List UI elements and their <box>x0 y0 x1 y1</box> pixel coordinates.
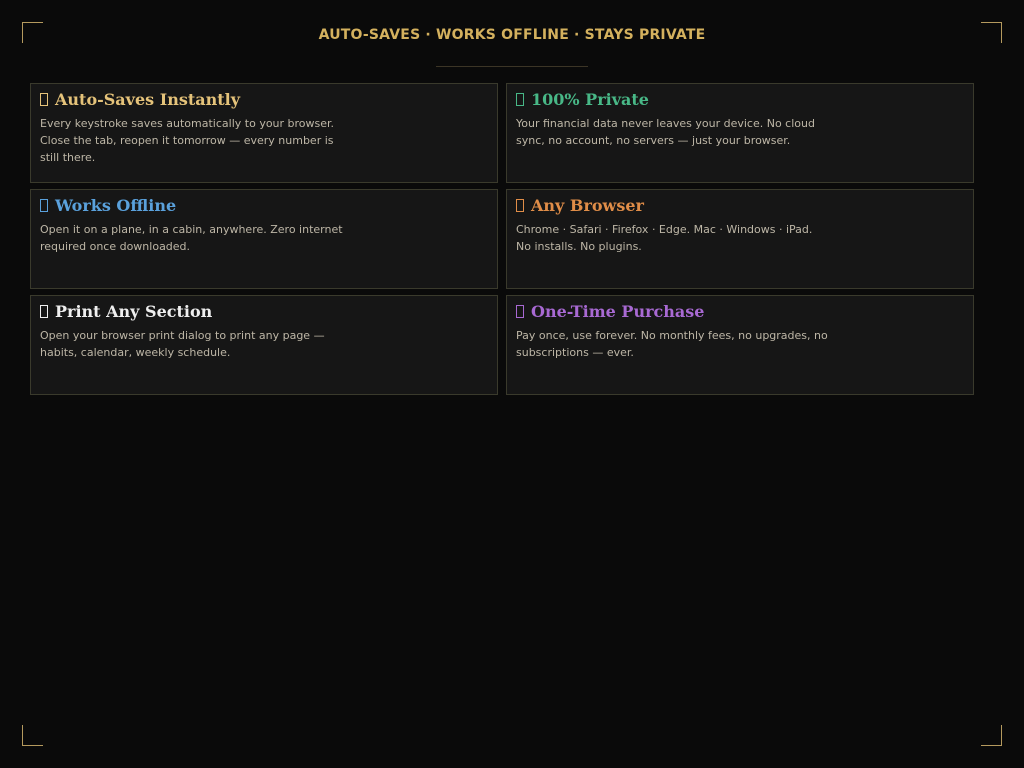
feature-description: Every keystroke saves automatically to y… <box>40 117 335 164</box>
save-icon <box>40 93 48 106</box>
feature-title: Any Browser <box>531 196 644 215</box>
feature-title-row: One-Time Purchase <box>516 302 964 322</box>
page-heading: AUTO-SAVES · WORKS OFFLINE · STAYS PRIVA… <box>318 27 706 43</box>
page: AUTO-SAVES · WORKS OFFLINE · STAYS PRIVA… <box>0 0 1024 768</box>
feature-card-auto-saves: Auto-Saves Instantly Every keystroke sav… <box>30 83 498 183</box>
plane-icon <box>40 199 48 212</box>
corner-decoration-bottom-left <box>22 725 43 746</box>
feature-title: Auto-Saves Instantly <box>55 90 241 109</box>
heading-divider <box>436 66 588 67</box>
printer-icon <box>40 305 48 318</box>
feature-card-one-time-purchase: One-Time Purchase Pay once, use forever.… <box>506 295 974 395</box>
feature-title: One-Time Purchase <box>531 302 705 321</box>
tag-icon <box>516 305 524 318</box>
feature-description: Pay once, use forever. No monthly fees, … <box>516 329 828 359</box>
feature-description: Open your browser print dialog to print … <box>40 329 325 359</box>
feature-title: 100% Private <box>531 90 649 109</box>
feature-title-row: Works Offline <box>40 196 488 216</box>
feature-description: Open it on a plane, in a cabin, anywhere… <box>40 223 343 253</box>
feature-title-row: Any Browser <box>516 196 964 216</box>
corner-decoration-bottom-right <box>981 725 1002 746</box>
lock-icon <box>516 93 524 106</box>
feature-grid: Auto-Saves Instantly Every keystroke sav… <box>30 83 974 395</box>
feature-title: Print Any Section <box>55 302 213 321</box>
feature-title-row: Print Any Section <box>40 302 488 322</box>
feature-description: Your financial data never leaves your de… <box>516 117 815 147</box>
feature-title-row: 100% Private <box>516 90 964 110</box>
feature-card-any-browser: Any Browser Chrome · Safari · Firefox · … <box>506 189 974 289</box>
feature-card-private: 100% Private Your financial data never l… <box>506 83 974 183</box>
feature-title-row: Auto-Saves Instantly <box>40 90 488 110</box>
globe-icon <box>516 199 524 212</box>
feature-title: Works Offline <box>55 196 177 215</box>
feature-description: Chrome · Safari · Firefox · Edge. Mac · … <box>516 223 813 253</box>
feature-card-print: Print Any Section Open your browser prin… <box>30 295 498 395</box>
feature-card-offline: Works Offline Open it on a plane, in a c… <box>30 189 498 289</box>
